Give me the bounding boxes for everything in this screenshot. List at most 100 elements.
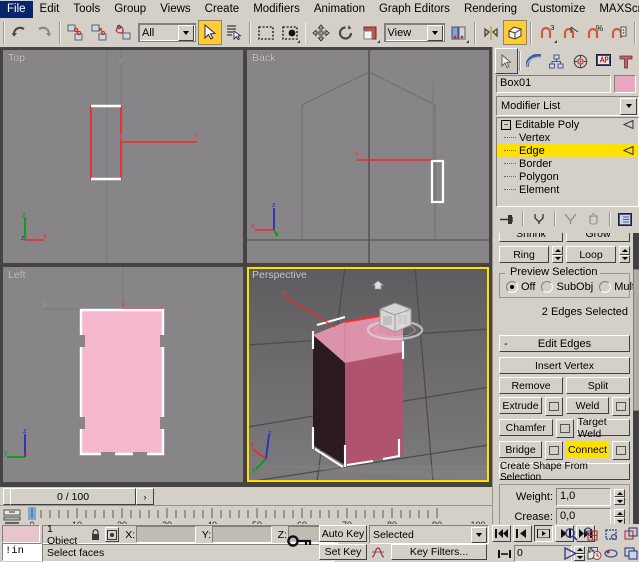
tab-display[interactable] (592, 48, 615, 74)
spinner-snap-toggle-button[interactable] (607, 20, 631, 45)
ring-button[interactable]: Ring (499, 246, 549, 263)
key-mode-toggle-button[interactable] (285, 530, 315, 552)
make-unique-button[interactable] (561, 212, 579, 227)
rectangular-selection-region-button[interactable] (254, 20, 278, 45)
menu-item-edit[interactable]: Edit (33, 1, 67, 18)
use-pivot-point-center-button[interactable] (447, 20, 471, 45)
x-coordinate-field[interactable] (136, 526, 196, 543)
time-slider-handle[interactable]: 0 / 100 (10, 488, 136, 505)
unlink-selection-button[interactable] (88, 20, 112, 45)
stack-item-polygon[interactable]: Polygon (497, 170, 638, 183)
menu-item-animation[interactable]: Animation (307, 1, 372, 18)
select-and-scale-button[interactable] (358, 20, 382, 45)
rollout-scroll-area[interactable]: Shrink Grow Ring Loop Preview Selection … (493, 233, 639, 524)
show-end-result-button[interactable] (530, 212, 548, 227)
stack-item-editable-poly[interactable]: − Editable Poly (497, 118, 638, 131)
go-to-start-button[interactable] (492, 525, 511, 542)
tab-motion[interactable] (568, 48, 591, 74)
preview-selection-off-radio[interactable]: Off (506, 281, 535, 293)
viewport-perspective[interactable]: Perspective (247, 267, 489, 482)
field-of-view-button[interactable] (562, 545, 579, 561)
pan-view-button[interactable] (582, 545, 599, 561)
undo-button[interactable] (8, 20, 32, 45)
redo-button[interactable] (32, 20, 56, 45)
scrollbar-thumb[interactable] (633, 269, 639, 411)
absolute-relative-transform-toggle[interactable] (105, 527, 119, 542)
play-animation-button[interactable] (534, 525, 553, 542)
stack-item-edge[interactable]: Edge (497, 144, 638, 157)
set-key-button[interactable]: Set Key (319, 544, 367, 560)
connect-settings-button[interactable] (612, 441, 630, 460)
ring-spinner[interactable] (552, 246, 563, 263)
zoom-region-button[interactable] (622, 525, 639, 542)
stack-item-element[interactable]: Element (497, 183, 638, 196)
modifier-list-combo[interactable]: Modifier List (496, 96, 639, 116)
maxscript-mini-listener[interactable]: !in (2, 543, 42, 561)
percent-snap-toggle-button[interactable]: % (583, 20, 607, 45)
loop-button[interactable]: Loop (566, 246, 616, 263)
select-by-name-button[interactable] (222, 20, 246, 45)
configure-modifier-sets-button[interactable] (616, 212, 634, 227)
object-color-swatch[interactable] (614, 75, 636, 93)
snaps-toggle-button[interactable]: 3 (535, 20, 559, 45)
tab-hierarchy[interactable] (545, 48, 568, 74)
chamfer-settings-button[interactable] (556, 419, 574, 438)
maximize-viewport-toggle-button[interactable] (622, 545, 639, 561)
tab-modify[interactable] (522, 48, 545, 74)
tab-create[interactable] (495, 48, 518, 74)
chevron-down-icon-4[interactable] (620, 98, 637, 115)
crease-spinner[interactable] (614, 509, 625, 524)
zoom-all-button[interactable] (582, 525, 599, 542)
split-button[interactable]: Split (566, 377, 630, 394)
weld-settings-button[interactable] (612, 397, 630, 416)
crease-field[interactable]: 0,0 (556, 508, 611, 524)
menu-item-create[interactable]: Create (198, 1, 247, 18)
menu-item-customize[interactable]: Customize (524, 1, 592, 18)
key-mode-toggle-small[interactable] (496, 550, 512, 558)
weight-spinner[interactable] (614, 489, 625, 505)
arc-rotate-button[interactable] (602, 545, 619, 561)
key-filters-button[interactable]: Key Filters... (391, 544, 487, 560)
preview-selection-subobj-radio[interactable]: SubObj (541, 281, 593, 293)
selection-filter-combo[interactable]: All (138, 23, 196, 42)
y-coordinate-field[interactable] (212, 526, 272, 543)
create-shape-from-selection-button[interactable]: Create Shape From Selection (499, 463, 630, 480)
angle-snap-toggle-button[interactable] (559, 20, 583, 45)
edit-edges-rollout-header[interactable]: - Edit Edges (499, 335, 630, 352)
chamfer-button[interactable]: Chamfer (499, 419, 553, 436)
shrink-button[interactable]: Shrink (499, 233, 563, 242)
bridge-button[interactable]: Bridge (499, 441, 542, 458)
menu-item-graph-editors[interactable]: Graph Editors (372, 1, 457, 18)
select-and-link-button[interactable] (64, 20, 88, 45)
menu-item-maxscript[interactable]: MAXScript (592, 1, 639, 18)
loop-spinner[interactable] (619, 246, 630, 263)
stack-item-border[interactable]: Border (497, 157, 638, 170)
pin-stack-button[interactable] (499, 212, 517, 227)
insert-vertex-button[interactable]: Insert Vertex (499, 357, 630, 374)
weld-button[interactable]: Weld (566, 397, 609, 414)
modifier-stack[interactable]: − Editable Poly Vertex Edge Border Polyg… (496, 117, 639, 207)
weight-field[interactable]: 1,0 (556, 488, 611, 506)
object-name-input[interactable]: Box01 (496, 75, 611, 93)
remove-modifier-button[interactable] (585, 212, 603, 227)
select-and-rotate-button[interactable] (334, 20, 358, 45)
key-mode-selection-combo[interactable]: Selected (369, 525, 489, 544)
expand-collapse-icon[interactable]: − (501, 120, 511, 130)
zoom-extents-button[interactable] (602, 525, 619, 542)
menu-item-file[interactable]: File (0, 1, 33, 18)
menu-item-rendering[interactable]: Rendering (457, 1, 524, 18)
selection-lock-toggle[interactable] (88, 528, 101, 542)
reference-coordinate-system-combo[interactable]: View (384, 23, 445, 42)
grow-button[interactable]: Grow (566, 233, 630, 242)
auto-key-button[interactable]: Auto Key (319, 525, 367, 542)
extrude-button[interactable]: Extrude (499, 397, 542, 414)
menu-item-group[interactable]: Group (107, 1, 153, 18)
viewport-back[interactable]: Back z x y z x y (247, 50, 489, 263)
align-button[interactable] (503, 20, 527, 45)
viewport-left[interactable]: Left y x z y x (3, 267, 243, 482)
remove-button[interactable]: Remove (499, 377, 563, 394)
next-frame-arrow[interactable]: › (136, 488, 154, 505)
zoom-button[interactable] (562, 525, 579, 542)
select-object-button[interactable] (198, 20, 222, 45)
previous-frame-button[interactable] (513, 525, 532, 542)
